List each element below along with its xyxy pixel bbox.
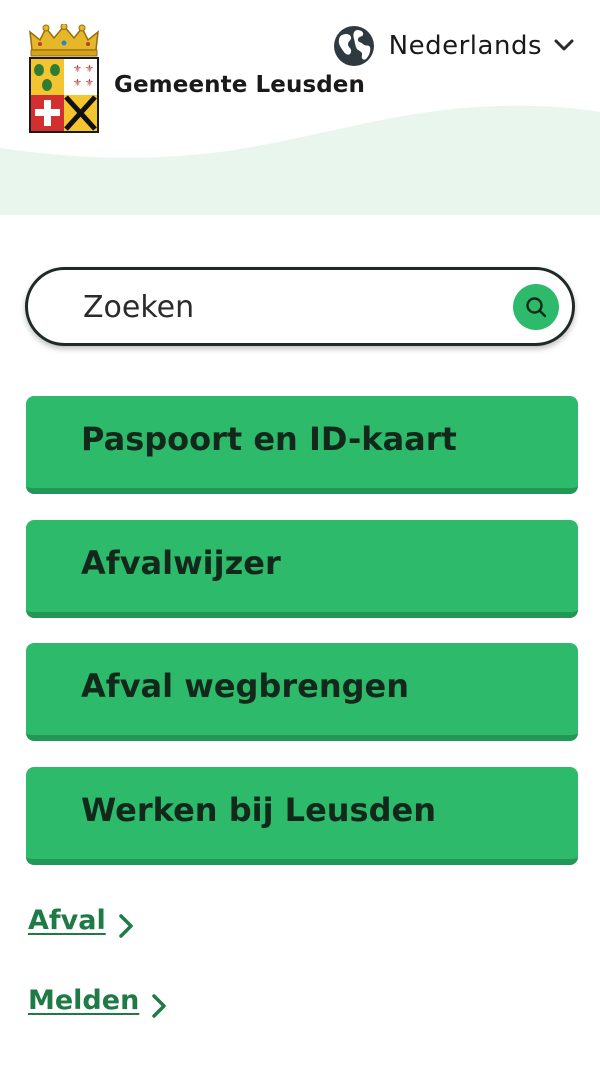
quick-link-afvalwijzer[interactable]: Afvalwijzer bbox=[26, 520, 578, 618]
link-label: Afval bbox=[28, 904, 106, 936]
site-header: ⚜ ⚜ ⚜ ⚜ Gemeente Leusden Nederlands bbox=[0, 0, 600, 215]
search-input[interactable] bbox=[83, 284, 503, 330]
home-logo-link[interactable]: ⚜ ⚜ ⚜ ⚜ Gemeente Leusden bbox=[26, 24, 365, 136]
text-links: Afval Melden bbox=[28, 900, 167, 1060]
svg-text:⚜: ⚜ bbox=[85, 64, 94, 75]
link-label: Melden bbox=[28, 984, 140, 1016]
svg-text:⚜: ⚜ bbox=[73, 64, 82, 75]
quick-link-paspoort[interactable]: Paspoort en ID-kaart bbox=[26, 396, 578, 494]
coat-of-arms-icon: ⚜ ⚜ ⚜ ⚜ bbox=[29, 24, 99, 133]
search-button[interactable] bbox=[513, 284, 559, 330]
quick-links: Paspoort en ID-kaart Afvalwijzer Afval w… bbox=[26, 396, 578, 891]
chevron-right-icon bbox=[152, 994, 167, 1018]
chevron-right-icon bbox=[118, 914, 133, 938]
globe-icon bbox=[333, 26, 374, 66]
search-icon bbox=[526, 297, 547, 318]
quick-link-werken-bij[interactable]: Werken bij Leusden bbox=[26, 767, 578, 865]
chevron-down-icon bbox=[554, 39, 574, 51]
quick-link-label: Afvalwijzer bbox=[81, 544, 281, 582]
quick-link-afval-wegbrengen[interactable]: Afval wegbrengen bbox=[26, 643, 578, 741]
link-melden[interactable]: Melden bbox=[28, 980, 167, 1020]
link-afval[interactable]: Afval bbox=[28, 900, 167, 940]
svg-text:⚜: ⚜ bbox=[73, 78, 82, 89]
quick-link-label: Paspoort en ID-kaart bbox=[81, 420, 457, 458]
language-selector[interactable]: Nederlands bbox=[333, 25, 574, 67]
svg-text:⚜: ⚜ bbox=[85, 78, 94, 89]
municipality-name: Gemeente Leusden bbox=[114, 72, 365, 98]
language-label: Nederlands bbox=[388, 31, 542, 61]
quick-link-label: Werken bij Leusden bbox=[81, 791, 436, 829]
search-bar bbox=[25, 267, 575, 346]
quick-link-label: Afval wegbrengen bbox=[81, 667, 409, 705]
